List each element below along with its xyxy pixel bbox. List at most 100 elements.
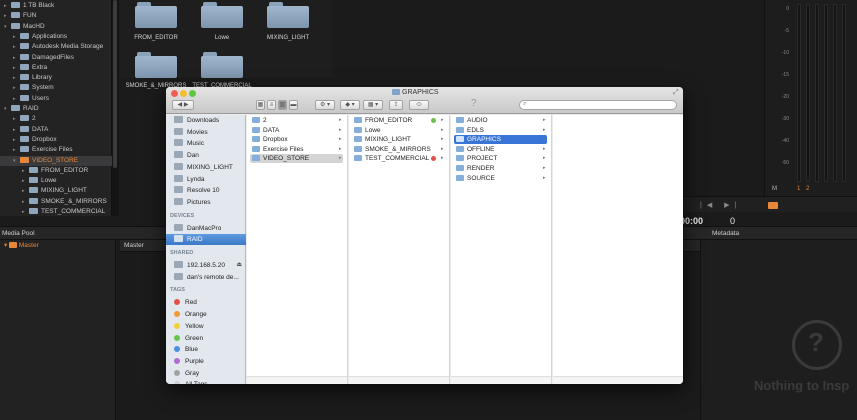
folder-item-2[interactable]: 2 — [250, 116, 343, 125]
chevron-right-icon[interactable]: ▸ — [13, 53, 20, 63]
folder-item-dropbox[interactable]: Dropbox — [250, 135, 343, 144]
chevron-right-icon[interactable]: ▸ — [22, 186, 29, 196]
tree-item-dropbox[interactable]: ▸ Dropbox — [0, 135, 112, 145]
master-bin[interactable]: ▾ Master — [4, 241, 39, 249]
tree-item-from-editor[interactable]: ▸ FROM_EDITOR — [0, 166, 112, 176]
chevron-right-icon[interactable]: ▸ — [13, 42, 20, 52]
zoom-button[interactable] — [189, 90, 196, 97]
close-button[interactable] — [171, 90, 178, 97]
minimize-button[interactable] — [180, 90, 187, 97]
storage-scrollbar-thumb[interactable] — [113, 0, 117, 168]
share-button[interactable]: ⇪ — [389, 100, 403, 110]
action-menu-button[interactable]: ⚙ ▾ — [315, 100, 335, 110]
folder-icon[interactable] — [201, 2, 243, 28]
chevron-right-icon[interactable]: ▸ — [13, 83, 20, 93]
tree-item-data[interactable]: ▸ DATA — [0, 125, 112, 135]
tree-item-users[interactable]: ▸ Users — [0, 94, 112, 104]
folder-item-mixing-light[interactable]: MIXING_LIGHT — [352, 135, 445, 144]
folder-item-project[interactable]: PROJECT — [454, 154, 547, 163]
chevron-right-icon[interactable]: ▸ — [22, 166, 29, 176]
tag-green[interactable]: Green — [166, 333, 246, 344]
chevron-right-icon[interactable]: ▸ — [4, 1, 11, 11]
tree-item-fun[interactable]: ▸ FUN — [0, 11, 112, 21]
chevron-right-icon[interactable]: ▸ — [13, 145, 20, 155]
tree-item-library[interactable]: ▸ Library — [0, 73, 112, 83]
chevron-down-icon[interactable]: ▾ — [4, 104, 11, 114]
transport-controls[interactable]: |◀ ▶| — [700, 201, 741, 209]
dropbox-menu-button[interactable]: ◆ ▾ — [340, 100, 360, 110]
tree-item-damagedfiles[interactable]: ▸ DamagedFiles — [0, 53, 112, 63]
tag-purple[interactable]: Purple — [166, 356, 246, 367]
chevron-right-icon[interactable]: ▸ — [22, 197, 29, 207]
tree-item-extra[interactable]: ▸ Extra — [0, 63, 112, 73]
folder-item-source[interactable]: SOURCE — [454, 174, 547, 183]
sidebar-item-music[interactable]: Music — [166, 138, 246, 149]
tree-item-system[interactable]: ▸ System — [0, 83, 112, 93]
tree-item-machd[interactable]: ▾ MacHD — [0, 22, 112, 32]
folder-item-smoke-mirrors[interactable]: SMOKE_&_MIRRORS — [352, 145, 445, 154]
tag-all-tags[interactable]: All Tags... — [166, 379, 246, 384]
tag-gray[interactable]: Gray — [166, 368, 246, 379]
sidebar-item-lynda[interactable]: Lynda — [166, 174, 246, 185]
chevron-right-icon[interactable]: ▸ — [13, 63, 20, 73]
sidebar-item-dan-s-remote-de[interactable]: dan's remote de... — [166, 272, 246, 283]
folder-item-exercise-files[interactable]: Exercise Files — [250, 145, 343, 154]
tag-yellow[interactable]: Yellow — [166, 321, 246, 332]
chevron-right-icon[interactable]: ▸ — [13, 125, 20, 135]
sidebar-item-dan[interactable]: Dan — [166, 150, 246, 161]
fullscreen-icon[interactable]: ⤢ — [673, 89, 679, 97]
tree-item-video-store[interactable]: ▾ VIDEO_STORE — [0, 155, 112, 166]
folder-icon[interactable] — [135, 2, 177, 28]
tree-item-smoke-mirrors[interactable]: ▸ SMOKE_&_MIRRORS — [0, 197, 112, 207]
sidebar-item-resolve-10[interactable]: Resolve 10 — [166, 185, 246, 196]
chevron-right-icon[interactable]: ▸ — [22, 207, 29, 217]
sidebar-item-downloads[interactable]: Downloads — [166, 115, 246, 126]
chevron-right-icon[interactable]: ▸ — [13, 114, 20, 124]
tag-blue[interactable]: Blue — [166, 344, 246, 355]
sidebar-item-pictures[interactable]: Pictures — [166, 197, 246, 208]
folder-icon[interactable] — [267, 2, 309, 28]
icon-view-button[interactable]: ▦ — [256, 100, 265, 110]
chevron-right-icon[interactable]: ▸ — [22, 176, 29, 186]
chevron-right-icon[interactable]: ▸ — [13, 73, 20, 83]
sidebar-item-mixing-light[interactable]: MIXING_LIGHT — [166, 162, 246, 173]
eject-icon[interactable]: ⏏ — [236, 260, 242, 271]
sidebar-item-raid[interactable]: RAID — [166, 234, 246, 246]
column-view-button[interactable]: ▥ — [278, 100, 287, 110]
folder-item-lowe[interactable]: Lowe — [352, 126, 445, 135]
loop-button[interactable] — [768, 202, 778, 209]
tree-item-applications[interactable]: ▸ Applications — [0, 32, 112, 42]
coverflow-view-button[interactable]: ▬ — [289, 100, 298, 110]
chevron-right-icon[interactable]: ▸ — [13, 32, 20, 42]
folder-item-audio[interactable]: AUDIO — [454, 116, 547, 125]
list-view-button[interactable]: ≡ — [267, 100, 276, 110]
back-forward-buttons[interactable]: ◀ ▶ — [172, 100, 194, 110]
chevron-right-icon[interactable]: ▸ — [4, 11, 11, 21]
chevron-right-icon[interactable]: ▸ — [13, 94, 20, 104]
tree-item-1-tb-black[interactable]: ▸ 1 TB Black — [0, 1, 112, 11]
tree-item-mixing-light[interactable]: ▸ MIXING_LIGHT — [0, 186, 112, 196]
folder-icon[interactable] — [135, 52, 177, 78]
tag-red[interactable]: Red — [166, 297, 246, 308]
sidebar-item-192-168-5-20[interactable]: 192.168.5.20 ⏏ — [166, 260, 246, 271]
chevron-down-icon[interactable]: ▾ — [13, 156, 20, 166]
arrange-menu-button[interactable]: ▦ ▾ — [363, 100, 383, 110]
folder-item-edls[interactable]: EDLS — [454, 126, 547, 135]
tree-item-lowe[interactable]: ▸ Lowe — [0, 176, 112, 186]
help-icon[interactable]: ? — [471, 98, 477, 109]
folder-item-graphics[interactable]: GRAPHICS — [454, 135, 547, 145]
chevron-right-icon[interactable]: ▸ — [13, 135, 20, 145]
tree-item-raid[interactable]: ▾ RAID — [0, 104, 112, 114]
folder-item-render[interactable]: RENDER — [454, 164, 547, 173]
tree-item-test-commercial[interactable]: ▸ TEST_COMMERCIAL — [0, 207, 112, 217]
tags-button[interactable]: ⬭ — [409, 100, 429, 110]
folder-item-offline[interactable]: OFFLINE — [454, 145, 547, 154]
folder-icon[interactable] — [201, 52, 243, 78]
tree-item-exercise-files[interactable]: ▸ Exercise Files — [0, 145, 112, 155]
tag-orange[interactable]: Orange — [166, 309, 246, 320]
tree-item-2[interactable]: ▸ 2 — [0, 114, 112, 124]
folder-item-data[interactable]: DATA — [250, 126, 343, 135]
search-input[interactable]: ⌕ — [519, 100, 677, 110]
sidebar-item-movies[interactable]: Movies — [166, 127, 246, 138]
folder-item-video-store[interactable]: VIDEO_STORE — [250, 154, 343, 164]
